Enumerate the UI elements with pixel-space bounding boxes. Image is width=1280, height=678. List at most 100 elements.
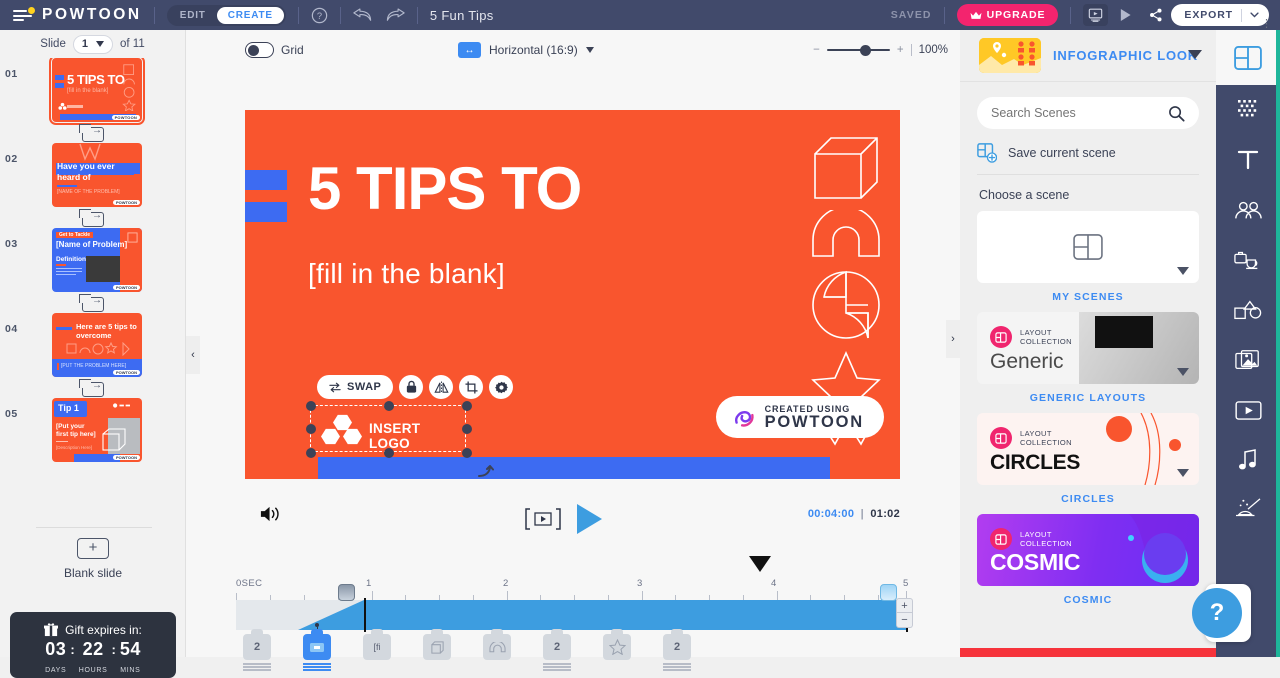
timeline-objects[interactable]: 2 [fi 2 2	[243, 623, 691, 673]
zoom-control[interactable]: − + 100%	[813, 44, 948, 56]
save-current-scene-button[interactable]: Save current scene	[977, 143, 1199, 163]
share-button[interactable]	[1143, 4, 1168, 26]
resize-handle[interactable]	[384, 448, 394, 458]
list-item[interactable]: 05 Tip 1 [Put your first tip here] [Desc…	[0, 398, 186, 462]
swap-button[interactable]: SWAP	[317, 375, 394, 399]
collapse-right-panel-button[interactable]: ›	[946, 320, 960, 358]
list-item[interactable]: 02 Have you ever heard of [NAME OF THE P…	[0, 143, 186, 207]
slide-canvas[interactable]: 5 TIPS TO [fill in the blank] SWAP INSER…	[245, 110, 900, 479]
crop-button[interactable]	[459, 375, 484, 399]
tools-rail[interactable]	[1216, 30, 1280, 657]
export-button[interactable]: EXPORT	[1171, 4, 1269, 26]
rail-item-text[interactable]	[1216, 135, 1280, 185]
timeline-playhead[interactable]	[364, 598, 366, 632]
slide-thumbnail[interactable]: Have you ever heard of [NAME OF THE PROB…	[52, 143, 142, 207]
timeline-object[interactable]	[603, 629, 631, 673]
add-slide-between[interactable]	[0, 294, 186, 313]
slide-number-dropdown[interactable]: 1	[72, 34, 113, 54]
selected-element[interactable]: INSERT LOGO	[306, 401, 494, 477]
resize-handle[interactable]	[306, 424, 316, 434]
zoom-slider[interactable]	[826, 44, 890, 56]
slide-thumbnail[interactable]: Get to Tackle [Name of Problem] Definiti…	[52, 228, 142, 292]
timeline-start-handle[interactable]	[338, 584, 355, 601]
timeline-object[interactable]	[423, 629, 451, 673]
list-item[interactable]: 03 Get to Tackle [Name of Problem] Defin…	[0, 228, 186, 292]
caret-down-icon[interactable]	[1177, 469, 1189, 477]
timeline-zoom-out[interactable]: −	[896, 613, 913, 628]
upgrade-button[interactable]: UPGRADE	[956, 4, 1059, 26]
redo-arrow-icon[interactable]	[386, 7, 405, 23]
list-item[interactable]: 01 5 TIPS TO [fill in the blank] POWTOON	[0, 58, 186, 126]
add-slide-between[interactable]	[0, 124, 186, 143]
toggle-switch[interactable]	[245, 42, 274, 58]
play-button-canvas[interactable]	[574, 502, 604, 541]
scene-card-generic[interactable]: LAYOUT COLLECTION Generic	[977, 312, 1199, 384]
grid-toggle[interactable]: Grid	[245, 42, 304, 58]
add-slide-between[interactable]	[0, 379, 186, 398]
resize-handle[interactable]	[462, 424, 472, 434]
timeline-object[interactable]	[483, 629, 511, 673]
rail-item-layouts[interactable]	[1216, 30, 1280, 85]
list-item[interactable]: 04 Here are 5 tips to overcome [PUT THE …	[0, 313, 186, 377]
project-title[interactable]: 5 Fun Tips	[430, 8, 494, 23]
help-button[interactable]: ?	[1192, 588, 1242, 638]
slide-thumbnail[interactable]: Tip 1 [Put your first tip here] [Descrip…	[52, 398, 142, 462]
volume-button[interactable]	[259, 504, 282, 529]
slide-title[interactable]: 5 TIPS TO	[308, 158, 582, 220]
resize-handle[interactable]	[462, 401, 472, 411]
timeline-object[interactable]	[303, 623, 331, 673]
rail-item-images[interactable]	[1216, 335, 1280, 385]
rail-item-characters[interactable]	[1216, 185, 1280, 235]
timeline-object[interactable]: 2	[243, 629, 271, 673]
look-header[interactable]: INFOGRAPHIC LOOK	[960, 30, 1216, 82]
rail-item-magic[interactable]	[1216, 485, 1280, 535]
arch-outline-icon[interactable]	[807, 210, 885, 260]
cube-outline-icon[interactable]	[807, 130, 885, 208]
tab-create[interactable]: CREATE	[216, 6, 284, 24]
mode-switch[interactable]: EDIT CREATE	[166, 4, 286, 26]
present-button[interactable]	[1083, 4, 1109, 26]
rail-item-music[interactable]	[1216, 435, 1280, 485]
flip-button[interactable]	[429, 375, 454, 399]
rotate-handle-icon[interactable]	[476, 460, 494, 479]
rail-item-shapes[interactable]	[1216, 285, 1280, 335]
rail-item-video[interactable]	[1216, 385, 1280, 435]
settings-button[interactable]	[489, 375, 514, 399]
resize-handle[interactable]	[306, 401, 316, 411]
scene-card-cosmic[interactable]: LAYOUT COLLECTION COSMIC	[977, 514, 1199, 586]
timeline-zoom-steps[interactable]: + −	[896, 598, 913, 628]
help-circle-icon[interactable]: ?	[311, 7, 328, 24]
slide-thumbnail[interactable]: 5 TIPS TO [fill in the blank] POWTOON	[48, 58, 146, 126]
timeline-object[interactable]: 2	[543, 629, 571, 673]
rail-item-backgrounds[interactable]	[1216, 85, 1280, 135]
slide-subtitle[interactable]: [fill in the blank]	[308, 258, 505, 290]
scene-card-my-scenes[interactable]	[977, 211, 1199, 283]
timeline[interactable]: 0SEC 1 2 3 4 5 + − 2 [fi 2 2	[225, 578, 925, 671]
aspect-ratio-dropdown[interactable]: ↔ Horizontal (16:9)	[458, 42, 594, 58]
timeline-object[interactable]: [fi	[363, 629, 391, 673]
zoom-out-button[interactable]: −	[813, 44, 820, 56]
timeline-object[interactable]: 2	[663, 629, 691, 673]
tab-edit[interactable]: EDIT	[169, 7, 217, 24]
search-input[interactable]	[991, 106, 1168, 120]
collapse-left-panel-button[interactable]: ‹	[186, 336, 200, 374]
search-scenes[interactable]	[977, 97, 1199, 129]
step-frame-button[interactable]	[522, 506, 564, 537]
circle-bolt-outline-icon[interactable]	[807, 265, 885, 345]
next-scene-peek[interactable]	[960, 648, 1216, 657]
caret-down-icon[interactable]	[1177, 267, 1189, 275]
rail-item-props[interactable]	[1216, 235, 1280, 285]
caret-down-icon[interactable]	[1177, 368, 1189, 376]
add-blank-slide[interactable]: + Blank slide	[0, 538, 186, 580]
slide-thumbnail[interactable]: Here are 5 tips to overcome [PUT THE PRO…	[52, 313, 142, 377]
zoom-in-button[interactable]: +	[897, 44, 904, 56]
resize-handle[interactable]	[384, 401, 394, 411]
slides-list[interactable]: 01 5 TIPS TO [fill in the blank] POWTOON	[0, 58, 186, 528]
lock-button[interactable]	[399, 375, 424, 399]
resize-handle[interactable]	[462, 448, 472, 458]
undo-arrow-icon[interactable]	[353, 7, 372, 23]
timeline-end-handle[interactable]	[880, 584, 897, 601]
scene-card-circles[interactable]: LAYOUT COLLECTION CIRCLES	[977, 413, 1199, 485]
play-button[interactable]	[1113, 4, 1138, 26]
add-slide-between[interactable]	[0, 209, 186, 228]
